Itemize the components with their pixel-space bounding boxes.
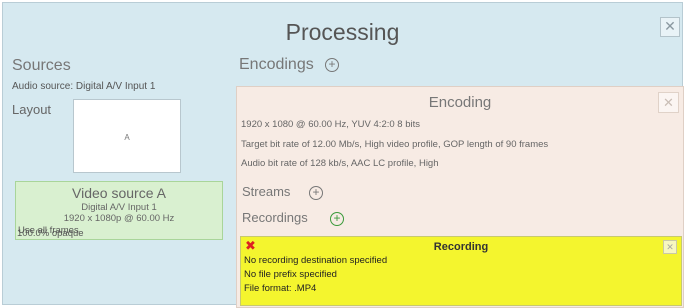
recording-close-button[interactable]: ✕ <box>663 240 677 254</box>
layout-cell-a: A <box>124 133 130 142</box>
video-source-title: Video source A <box>72 185 166 201</box>
add-stream-button[interactable]: + <box>309 186 323 200</box>
encoding-bitrate-line: Target bit rate of 12.00 Mb/s, High vide… <box>241 139 549 150</box>
plus-circle-icon: + <box>333 211 341 225</box>
layout-preview[interactable]: A <box>73 99 181 173</box>
plus-circle-icon: + <box>328 57 336 71</box>
recording-title: Recording <box>433 241 489 253</box>
window-title: Processing <box>285 19 400 45</box>
recording-file-format: File format: .MP4 <box>244 283 317 294</box>
recording-prefix-warning: No file prefix specified <box>244 269 337 280</box>
recording-destination-warning: No recording destination specified <box>244 255 388 266</box>
close-icon: ✕ <box>663 95 674 110</box>
close-icon: ✕ <box>666 242 674 252</box>
video-source-resolution: 1920 x 1080p @ 60.00 Hz <box>63 213 175 224</box>
video-source-input: Digital A/V Input 1 <box>81 202 157 213</box>
encoding-panel[interactable]: Encoding ✕ 1920 x 1080 @ 60.00 Hz, YUV 4… <box>236 86 684 308</box>
recording-panel[interactable]: ✖ Recording ✕ No recording destination s… <box>240 236 682 306</box>
encodings-heading: Encodings <box>239 56 314 73</box>
streams-label: Streams <box>242 184 291 199</box>
encoding-close-button[interactable]: ✕ <box>658 92 679 113</box>
close-button[interactable]: ✕ <box>660 17 680 37</box>
plus-circle-icon: + <box>312 185 320 199</box>
close-icon: ✕ <box>664 18 676 34</box>
encoding-audio-line: Audio bit rate of 128 kb/s, AAC LC profi… <box>241 158 439 169</box>
processing-window: Processing ✕ Sources Audio source: Digit… <box>2 2 684 308</box>
audio-source-label: Audio source: Digital A/V Input 1 <box>12 81 156 92</box>
video-source-opacity: 100.0% opaque <box>17 228 84 239</box>
add-recording-button[interactable]: + <box>330 212 344 226</box>
encoding-title: Encoding <box>428 94 492 111</box>
sources-heading: Sources <box>12 57 71 74</box>
encoding-format-line: 1920 x 1080 @ 60.00 Hz, YUV 4:2:0 8 bits <box>241 119 420 130</box>
recordings-label: Recordings <box>242 210 308 225</box>
layout-label: Layout <box>12 102 52 117</box>
add-encoding-button[interactable]: + <box>325 58 339 72</box>
